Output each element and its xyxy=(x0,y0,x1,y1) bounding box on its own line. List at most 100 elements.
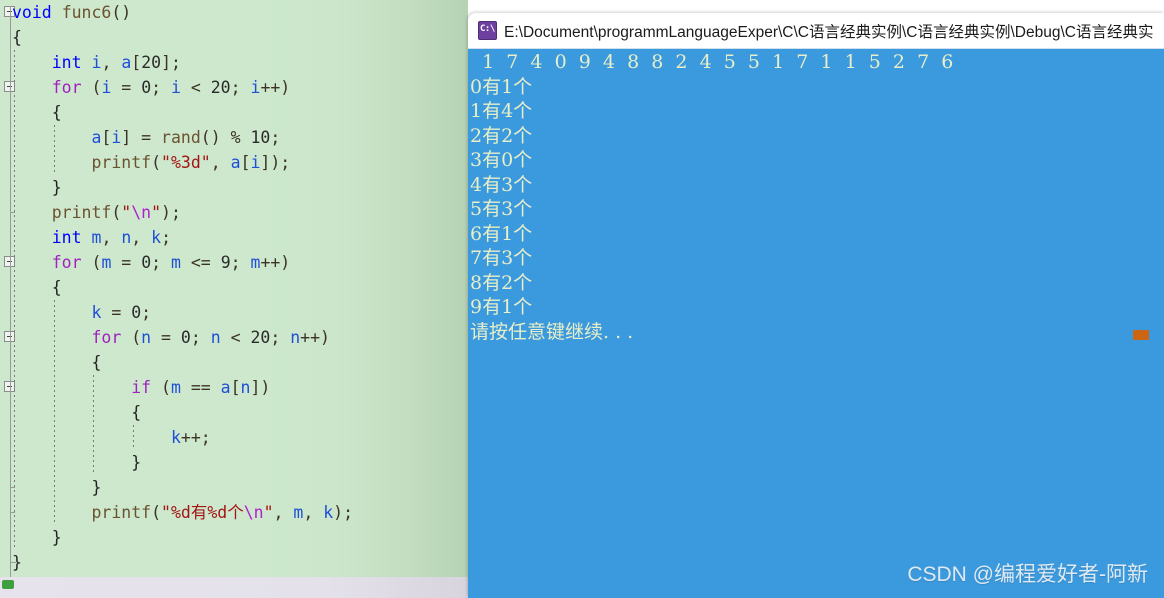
code-token: < xyxy=(220,328,251,347)
code-token: 0 xyxy=(141,78,152,97)
indent-guide xyxy=(53,325,55,350)
code-token: k xyxy=(151,228,162,247)
code-line: for (n = 0; n < 20; n++) xyxy=(0,325,468,350)
code-line: void func6() xyxy=(0,0,468,25)
code-token: } xyxy=(91,478,102,497)
indent-guide xyxy=(14,450,15,475)
code-token: i xyxy=(250,153,261,172)
code-token: n xyxy=(121,228,132,247)
code-token: ]); xyxy=(260,153,291,172)
code-token: ( xyxy=(151,503,162,522)
indent-guide xyxy=(53,475,55,500)
code-line: k = 0; xyxy=(0,300,468,325)
code-token: ; xyxy=(151,78,171,97)
code-token: i xyxy=(111,128,122,147)
code-token: ; xyxy=(141,303,152,322)
code-line: } xyxy=(0,550,468,575)
code-token: <= xyxy=(180,253,221,272)
code-token: ++) xyxy=(300,328,330,347)
code-text-area[interactable]: void func6(){ int i, a[20]; for (i = 0; … xyxy=(0,0,468,575)
indent-guide xyxy=(93,400,95,425)
code-token: 9 xyxy=(220,253,231,272)
code-token: i xyxy=(91,53,102,72)
code-token: for xyxy=(91,328,122,347)
code-token: 20 xyxy=(141,53,162,72)
indent-guide xyxy=(14,150,15,175)
code-token: k xyxy=(170,428,181,447)
code-token: { xyxy=(51,103,62,122)
code-token: n xyxy=(240,378,251,397)
code-token: a xyxy=(220,378,231,397)
console-output-text: 1 7 4 0 9 4 8 8 2 4 5 5 1 7 1 1 5 2 7 6 … xyxy=(470,51,954,343)
code-token: } xyxy=(12,553,22,572)
code-token: , xyxy=(101,53,122,72)
indent-guide xyxy=(53,425,55,450)
code-token: for xyxy=(51,78,82,97)
indent-guide xyxy=(93,425,95,450)
code-token: m xyxy=(101,253,112,272)
console-output-area[interactable]: 1 7 4 0 9 4 8 8 2 4 5 5 1 7 1 1 5 2 7 6 … xyxy=(468,49,1164,598)
code-token: ( xyxy=(81,253,102,272)
code-token: i xyxy=(171,78,181,97)
code-line: printf("%d有%d个\n", m, k); xyxy=(0,500,468,525)
indent-guide xyxy=(14,75,15,100)
code-line: a[i] = rand() % 10; xyxy=(0,125,468,150)
code-line: } xyxy=(0,450,468,475)
indent-guide xyxy=(53,450,55,475)
code-editor[interactable]: void func6(){ int i, a[20]; for (i = 0; … xyxy=(0,0,468,577)
code-token: m xyxy=(293,503,304,522)
code-token: , xyxy=(101,228,122,247)
code-token: ; xyxy=(230,78,251,97)
code-token: ; xyxy=(270,328,291,347)
watermark: CSDN @编程爱好者-阿新 xyxy=(907,563,1148,586)
code-token: printf xyxy=(51,203,112,222)
code-token: n xyxy=(141,328,152,347)
code-token: ); xyxy=(161,203,181,222)
console-app-icon xyxy=(478,21,497,40)
code-token: { xyxy=(131,403,142,422)
indent-guide xyxy=(53,400,55,425)
code-line: } xyxy=(0,175,468,200)
indent-guide xyxy=(53,350,55,375)
code-token: ( xyxy=(151,378,171,397)
code-token: { xyxy=(91,353,102,372)
code-line: if (m == a[n]) xyxy=(0,375,468,400)
indent-guide xyxy=(14,350,15,375)
code-token: , xyxy=(303,503,324,522)
code-token: ; xyxy=(190,328,211,347)
console-title-text: E:\Document\programmLanguageExper\C\C语言经… xyxy=(504,23,1154,41)
code-token: } xyxy=(131,453,142,472)
code-token: = xyxy=(151,328,181,347)
code-token: () xyxy=(111,3,132,22)
code-token: ++) xyxy=(260,253,291,272)
code-token: = xyxy=(101,303,132,322)
code-line: printf("%3d", a[i]); xyxy=(0,150,468,175)
code-token: func6 xyxy=(61,3,112,22)
indent-guide xyxy=(14,50,15,75)
indent-guide xyxy=(53,300,55,325)
code-token: 0 xyxy=(180,328,191,347)
code-line: printf("\n"); xyxy=(0,200,468,225)
code-line: k++; xyxy=(0,425,468,450)
indent-guide xyxy=(14,525,15,550)
code-token: } xyxy=(51,178,62,197)
code-token: , xyxy=(273,503,294,522)
console-title-bar[interactable]: E:\Document\programmLanguageExper\C\C语言经… xyxy=(468,13,1164,49)
code-token: ] = xyxy=(121,128,162,147)
code-line: { xyxy=(0,275,468,300)
indent-guide xyxy=(14,300,15,325)
code-token: ]) xyxy=(250,378,271,397)
indent-guide xyxy=(14,250,15,275)
indent-guide xyxy=(14,275,15,300)
code-token: [ xyxy=(230,378,241,397)
code-token: rand xyxy=(161,128,201,147)
code-token: i xyxy=(101,78,112,97)
code-token: a xyxy=(230,153,241,172)
console-window[interactable]: E:\Document\programmLanguageExper\C\C语言经… xyxy=(468,13,1164,598)
code-token: "%d有%d个 xyxy=(161,503,244,522)
code-line: { xyxy=(0,400,468,425)
code-token: printf xyxy=(91,503,152,522)
code-token: k xyxy=(91,303,102,322)
code-token: a xyxy=(91,128,102,147)
screen: void func6(){ int i, a[20]; for (i = 0; … xyxy=(0,0,1164,598)
